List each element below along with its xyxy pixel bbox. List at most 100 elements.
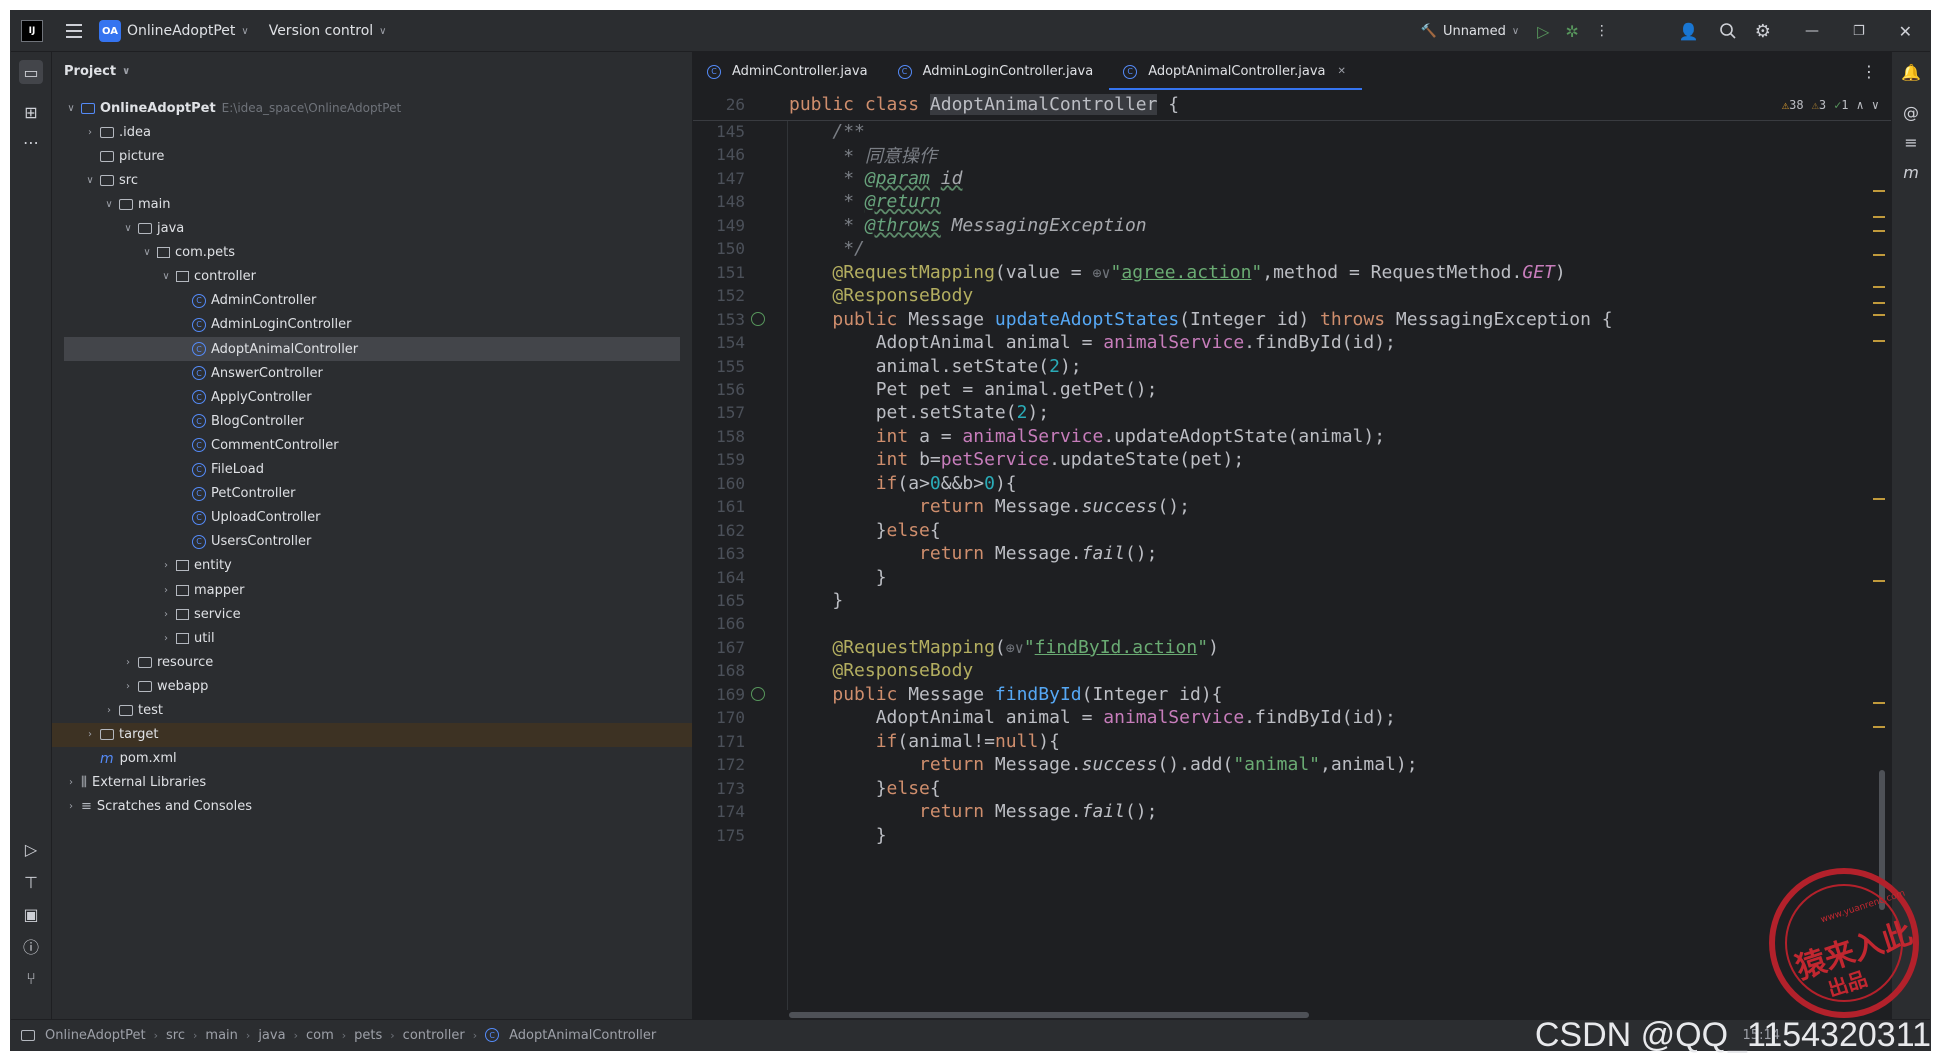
tree-item[interactable]: › ⫼ External Libraries <box>52 771 692 795</box>
tree-item[interactable]: › mapper <box>52 578 692 602</box>
line-number[interactable]: 168 <box>693 661 745 680</box>
horizontal-scrollbar[interactable] <box>789 1012 1309 1018</box>
inspection-widget[interactable]: ⚠38 ⚠3 ✓1 ∧ ∨ <box>1782 98 1879 112</box>
chevron-right-icon[interactable]: › <box>83 127 97 138</box>
line-number[interactable]: 157 <box>693 403 745 422</box>
warning-marker[interactable] <box>1873 702 1885 704</box>
line-number[interactable]: 149 <box>693 216 745 235</box>
line-number[interactable]: 153 <box>693 310 745 329</box>
intellij-logo-icon[interactable]: IJ <box>21 20 43 42</box>
warning-marker[interactable] <box>1873 230 1885 232</box>
code-area[interactable]: ⚠38 ⚠3 ✓1 ∧ ∨ 26 public class AdoptAnima… <box>693 90 1891 1020</box>
warning-marker[interactable] <box>1873 340 1885 342</box>
tree-item[interactable]: › .idea <box>52 120 692 144</box>
chevron-right-icon[interactable]: › <box>64 777 78 788</box>
tree-item[interactable]: ∨ src <box>52 168 692 192</box>
breadcrumb-item[interactable]: controller <box>403 1028 465 1043</box>
chevron-right-icon[interactable]: › <box>159 560 173 571</box>
warning-marker[interactable] <box>1873 580 1885 582</box>
sticky-line[interactable]: 26 public class AdoptAnimalController { <box>693 90 1891 121</box>
chevron-up-icon[interactable]: ∧ <box>1857 98 1864 112</box>
maximize-icon[interactable]: ❐ <box>1853 24 1865 39</box>
main-menu-icon[interactable] <box>63 20 85 42</box>
chevron-right-icon[interactable]: › <box>102 705 116 716</box>
tree-item[interactable]: C AdminLoginController <box>52 313 692 337</box>
line-number[interactable]: 165 <box>693 591 745 610</box>
code-line[interactable]: 175 } <box>693 824 886 847</box>
line-number[interactable]: 169 <box>693 685 745 704</box>
line-number[interactable]: 158 <box>693 427 745 446</box>
line-number[interactable]: 170 <box>693 708 745 727</box>
tree-item[interactable]: › util <box>52 626 692 650</box>
line-number[interactable]: 154 <box>693 333 745 352</box>
tree-item[interactable]: ∨ com.pets <box>52 241 692 265</box>
breadcrumb-item[interactable]: src <box>166 1028 185 1043</box>
chevron-down-icon[interactable]: ∨ <box>121 223 135 234</box>
breadcrumb-item[interactable]: pets <box>354 1028 382 1043</box>
line-number[interactable]: 155 <box>693 357 745 376</box>
chevron-right-icon[interactable]: › <box>159 633 173 644</box>
editor-tab[interactable]: C AdoptAnimalController.java ✕ <box>1109 53 1362 91</box>
chevron-down-icon[interactable]: ∨ <box>1872 98 1879 112</box>
chevron-right-icon[interactable]: › <box>121 681 135 692</box>
tree-item[interactable]: m pom.xml <box>52 747 692 771</box>
project-switcher[interactable]: OA OnlineAdoptPet ∨ <box>99 20 249 42</box>
line-number[interactable]: 151 <box>693 263 745 282</box>
tree-item[interactable]: C BlogController <box>52 409 692 433</box>
line-number[interactable]: 161 <box>693 497 745 516</box>
breadcrumb-item[interactable]: AdoptAnimalController <box>509 1028 656 1043</box>
tree-item[interactable]: C ApplyController <box>52 385 692 409</box>
chevron-right-icon[interactable]: › <box>83 729 97 740</box>
notifications-icon[interactable]: 🔔 <box>1899 60 1923 84</box>
warning-marker[interactable] <box>1873 286 1885 288</box>
editor-tab[interactable]: C AdminLoginController.java <box>884 53 1110 90</box>
tree-item[interactable]: › test <box>52 699 692 723</box>
run-config-selector[interactable]: 🔨 Unnamed ∨ <box>1421 24 1519 39</box>
line-number[interactable]: 156 <box>693 380 745 399</box>
warning-marker[interactable] <box>1873 190 1885 192</box>
tree-item[interactable]: › target <box>52 722 692 747</box>
line-number[interactable]: 166 <box>693 614 745 633</box>
editor-tab[interactable]: C AdminController.java <box>693 53 884 90</box>
add-user-icon[interactable]: 👤 <box>1679 22 1699 41</box>
line-number[interactable]: 174 <box>693 802 745 821</box>
breadcrumb-item[interactable]: main <box>205 1028 237 1043</box>
line-number[interactable]: 163 <box>693 544 745 563</box>
vcs-menu[interactable]: Version control ∨ <box>269 23 387 39</box>
debug-icon[interactable]: ✲ <box>1565 22 1578 41</box>
tree-item[interactable]: › entity <box>52 554 692 578</box>
breadcrumb-item[interactable]: java <box>258 1028 285 1043</box>
warning-marker[interactable] <box>1873 314 1885 316</box>
tree-item[interactable]: › service <box>52 602 692 626</box>
chevron-down-icon[interactable]: ∨ <box>102 199 116 210</box>
terminal-icon[interactable]: ▣ <box>19 902 43 926</box>
tree-item[interactable]: › resource <box>52 650 692 674</box>
line-number[interactable]: 148 <box>693 192 745 211</box>
problems-icon[interactable]: ⓘ <box>19 934 43 958</box>
tree-item[interactable]: C PetController <box>52 482 692 506</box>
tree-item[interactable]: ∨ main <box>52 192 692 216</box>
tree-item[interactable]: ∨ OnlineAdoptPet E:\idea_space\OnlineAdopt… <box>52 96 692 120</box>
close-tab-icon[interactable]: ✕ <box>1338 66 1346 77</box>
settings-gear-icon[interactable]: ⚙ <box>1755 21 1771 42</box>
project-panel-header[interactable]: Project ∨ <box>52 52 692 90</box>
tree-item[interactable]: › ≡ Scratches and Consoles <box>52 795 692 819</box>
tab-options-icon[interactable]: ⋮ <box>1861 62 1877 81</box>
line-number[interactable]: 145 <box>693 122 745 141</box>
maven-icon[interactable]: m <box>1899 160 1923 184</box>
chevron-right-icon[interactable]: › <box>121 657 135 668</box>
line-number[interactable]: 173 <box>693 779 745 798</box>
line-number[interactable]: 172 <box>693 755 745 774</box>
tree-item[interactable]: ∨ java <box>52 217 692 241</box>
line-number[interactable]: 147 <box>693 169 745 188</box>
more-actions-icon[interactable]: ⋮ <box>1595 23 1609 39</box>
line-number[interactable]: 171 <box>693 732 745 751</box>
run-icon[interactable]: ▷ <box>1537 22 1549 41</box>
warning-marker[interactable] <box>1873 302 1885 304</box>
warning-marker[interactable] <box>1873 498 1885 500</box>
line-number[interactable]: 152 <box>693 286 745 305</box>
database-icon[interactable]: ≡ <box>1899 130 1923 154</box>
chevron-down-icon[interactable]: ∨ <box>159 271 173 282</box>
line-number[interactable]: 146 <box>693 145 745 164</box>
warning-marker[interactable] <box>1873 254 1885 256</box>
